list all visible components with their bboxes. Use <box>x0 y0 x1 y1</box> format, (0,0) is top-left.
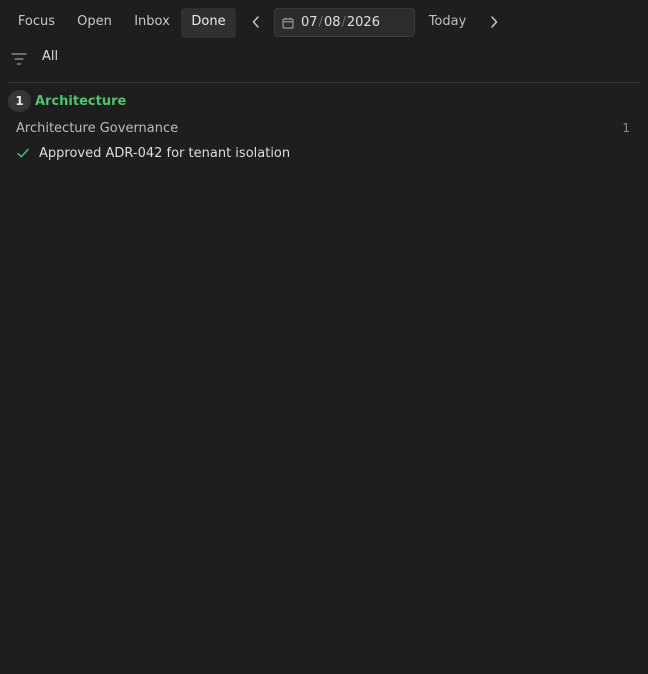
group-header[interactable]: 1 Architecture <box>8 90 126 112</box>
chevron-right-icon <box>491 16 498 28</box>
tab-focus[interactable]: Focus <box>8 8 65 38</box>
date-day[interactable]: 08 <box>324 15 341 30</box>
subgroup-label: Architecture Governance <box>16 121 179 136</box>
toolbar: Focus Open Inbox Done 07 / 08 / 2026 Tod… <box>0 0 648 44</box>
filter-all[interactable]: All <box>42 49 58 64</box>
subgroup-count: 1 <box>622 121 630 135</box>
checkmark-icon <box>16 146 30 160</box>
task-item[interactable]: Approved ADR-042 for tenant isolation <box>16 144 290 162</box>
chevron-left-icon <box>252 16 259 28</box>
date-year[interactable]: 2026 <box>347 15 380 30</box>
tab-inbox[interactable]: Inbox <box>124 8 180 38</box>
subgroup-architecture-governance[interactable]: Architecture Governance 1 <box>16 121 630 139</box>
divider <box>8 82 640 83</box>
group-title: Architecture <box>35 93 127 109</box>
filter-icon[interactable] <box>11 52 27 66</box>
today-button[interactable]: Today <box>421 8 474 36</box>
calendar-icon <box>282 17 294 29</box>
prev-day-button[interactable] <box>245 8 267 36</box>
group-count-badge: 1 <box>8 90 31 112</box>
filter-row: All <box>0 44 648 72</box>
tab-open[interactable]: Open <box>67 8 122 38</box>
next-day-button[interactable] <box>483 8 505 36</box>
date-input[interactable]: 07 / 08 / 2026 <box>274 8 415 37</box>
date-month[interactable]: 07 <box>301 15 318 30</box>
task-label: Approved ADR-042 for tenant isolation <box>39 145 291 161</box>
tab-done[interactable]: Done <box>181 8 236 38</box>
